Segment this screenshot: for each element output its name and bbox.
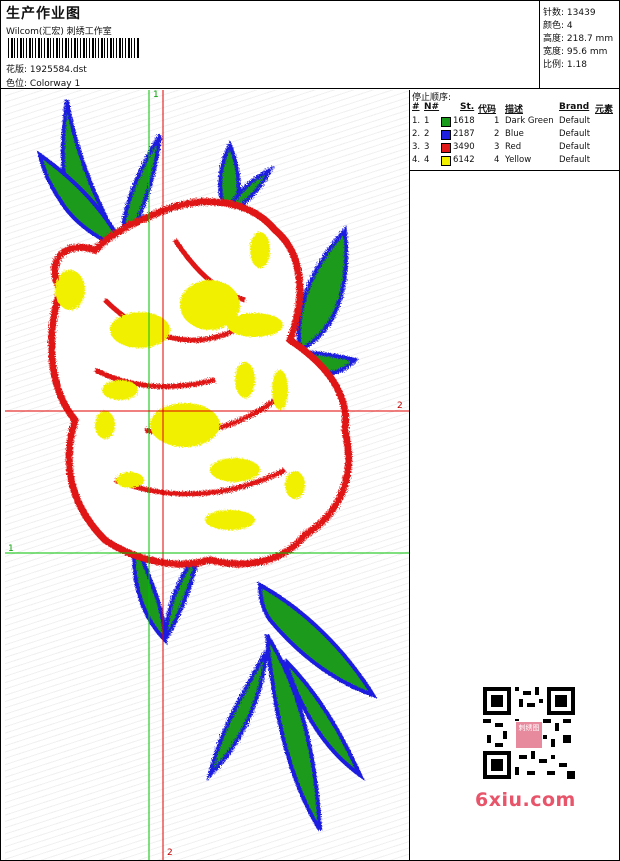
color-swatch	[441, 156, 451, 166]
colorway-value: Colorway 1	[29, 79, 81, 89]
seal-stamp: 刺绣图	[515, 721, 543, 749]
stat-height-label: 高度:	[543, 34, 565, 44]
row-stitches: 3490	[453, 142, 475, 152]
table-row: 3. 3 3490 3 Red Default	[410, 142, 619, 155]
row-code: 1	[494, 116, 500, 126]
table-row: 2. 2 2187 2 Blue Default	[410, 129, 619, 142]
row-num: 1.	[412, 116, 421, 126]
sheet-header: 生产作业图 Wilcom(汇宏) 刺绣工作室 花版: 1925584.dst 色…	[1, 1, 540, 89]
col-header-code: 代码	[478, 105, 497, 115]
colorway-line: 色位: Colorway 1	[6, 76, 80, 89]
qr-code-block: 刺绣图	[471, 681, 583, 781]
stop-sequence-panel: 停止顺序: # N# St. 代码 描述 Brand 元素 1. 1 1618 …	[410, 90, 619, 171]
production-sheet: 生产作业图 Wilcom(汇宏) 刺绣工作室 花版: 1925584.dst 色…	[0, 0, 620, 861]
color-swatch	[441, 130, 451, 140]
row-needle: 1	[424, 116, 430, 126]
col-header-brand: Brand	[559, 102, 590, 112]
stat-colors-value: 4	[566, 21, 573, 31]
col-header-num: #	[412, 102, 420, 112]
yellow-petal-10	[116, 472, 144, 488]
guide-label-h-green: 1	[8, 544, 14, 554]
row-brand: Default	[559, 142, 591, 152]
stat-scale: 比例: 1.18	[543, 57, 587, 70]
row-desc: Dark Green	[505, 116, 554, 126]
yellow-petal-14	[250, 232, 270, 268]
row-stitches: 6142	[453, 155, 475, 165]
color-swatch	[441, 117, 451, 127]
yellow-petal-11	[210, 458, 260, 482]
yellow-petal-6	[102, 380, 138, 400]
row-code: 2	[494, 129, 500, 139]
stat-stitches: 针数: 13439	[543, 5, 596, 18]
table-row: 4. 4 6142 4 Yellow Default	[410, 155, 619, 168]
embroidery-preview: 1 2 1 2	[5, 90, 410, 860]
row-brand: Default	[559, 155, 591, 165]
yellow-petal-2	[110, 312, 170, 348]
yellow-petal-4	[227, 313, 283, 337]
stat-height: 高度: 218.7 mm	[543, 31, 613, 44]
row-num: 3.	[412, 142, 421, 152]
yellow-petal-13	[285, 471, 305, 499]
row-brand: Default	[559, 129, 591, 139]
row-code: 4	[494, 155, 500, 165]
leaf-right	[296, 225, 349, 354]
col-header-stitches: St.	[460, 102, 475, 112]
guide-label-h-red: 2	[397, 401, 403, 411]
guide-label-v-red: 2	[167, 848, 173, 858]
row-desc: Red	[505, 142, 522, 152]
yellow-petal-12	[205, 510, 255, 530]
page-title: 生产作业图	[6, 6, 81, 22]
leaf-bottom-center	[265, 633, 322, 832]
row-needle: 2	[424, 129, 430, 139]
row-needle: 4	[424, 155, 430, 165]
stat-stitches-value: 13439	[566, 8, 596, 18]
yellow-petal-7	[95, 411, 115, 439]
color-swatch	[441, 143, 451, 153]
stat-width-value: 95.6 mm	[566, 47, 608, 57]
yellow-petal-5	[150, 403, 220, 447]
company-name: Wilcom(汇宏) 刺绣工作室	[6, 27, 112, 37]
stat-scale-label: 比例:	[543, 60, 565, 70]
row-stitches: 1618	[453, 116, 475, 126]
row-desc: Blue	[505, 129, 524, 139]
design-value: 1925584.dst	[29, 65, 87, 75]
stats-panel: 针数: 13439 颜色: 4 高度: 218.7 mm 宽度: 95.6 mm…	[540, 1, 619, 89]
col-header-desc: 描述	[505, 105, 524, 115]
stat-height-value: 218.7 mm	[566, 34, 614, 44]
colorway-label: 色位:	[6, 79, 28, 89]
stat-colors: 颜色: 4	[543, 18, 573, 31]
yellow-petal-1	[55, 270, 85, 310]
yellow-petal-9	[272, 370, 288, 410]
stat-width-label: 宽度:	[543, 47, 565, 57]
design-label: 花版:	[6, 65, 28, 75]
leaf-bottom-left-big	[206, 649, 269, 782]
row-num: 2.	[412, 129, 421, 139]
table-row: 1. 1 1618 1 Dark Green Default	[410, 116, 619, 129]
barcode	[8, 38, 140, 58]
design-file-line: 花版: 1925584.dst	[6, 62, 87, 75]
row-num: 4.	[412, 155, 421, 165]
guide-label-v-green: 1	[153, 90, 159, 100]
row-code: 3	[494, 142, 500, 152]
embroidery-design	[5, 90, 409, 860]
row-brand: Default	[559, 116, 591, 126]
stat-colors-label: 颜色:	[543, 21, 565, 31]
row-needle: 3	[424, 142, 430, 152]
watermark-text: 6xiu.com	[475, 789, 576, 811]
stat-scale-value: 1.18	[566, 60, 587, 70]
col-header-element: 元素	[595, 105, 614, 115]
row-desc: Yellow	[505, 155, 532, 165]
yellow-petal-8	[235, 362, 255, 398]
row-stitches: 2187	[453, 129, 475, 139]
col-header-needle: N#	[424, 102, 440, 112]
stat-stitches-label: 针数:	[543, 8, 565, 18]
stat-width: 宽度: 95.6 mm	[543, 44, 607, 57]
